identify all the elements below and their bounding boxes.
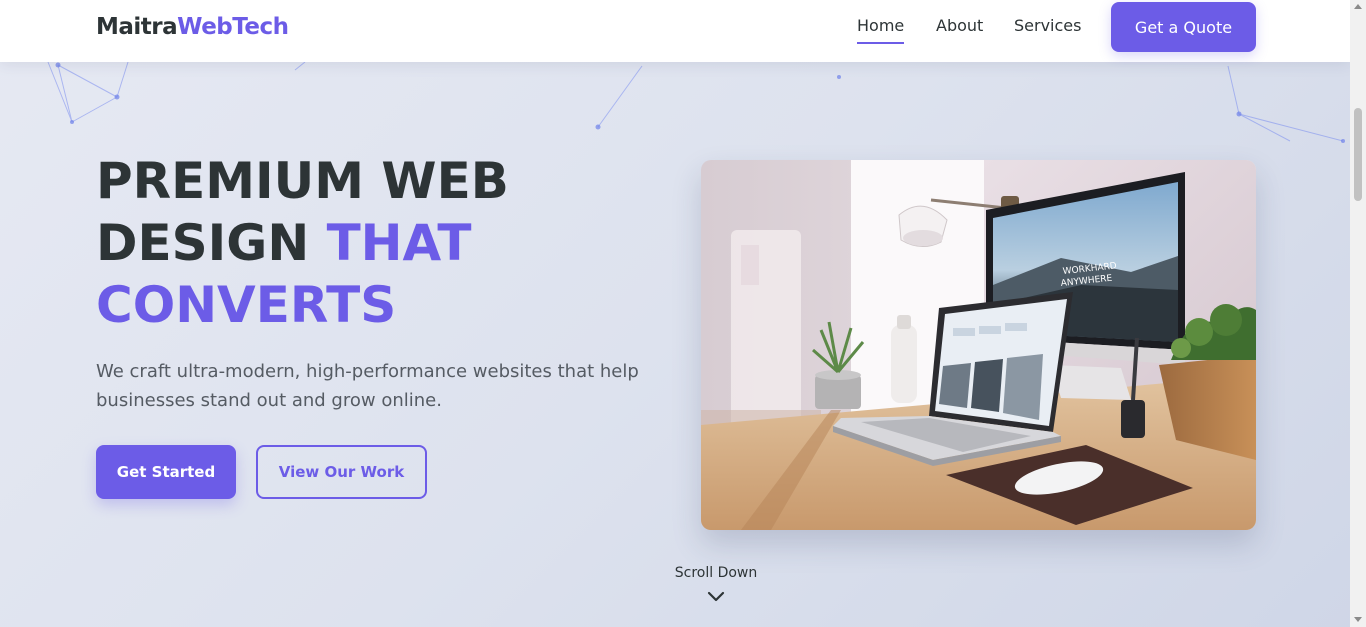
- hero-title-line3: CONVERTS: [96, 276, 397, 334]
- scroll-down-indicator[interactable]: Scroll Down: [656, 563, 776, 603]
- get-quote-button[interactable]: Get a Quote: [1111, 2, 1256, 52]
- nav-link-services[interactable]: Services: [1014, 16, 1081, 36]
- hero-title-line2: DESIGN: [96, 214, 327, 272]
- hero-subtitle: We craft ultra-modern, high-performance …: [96, 361, 639, 411]
- view-our-work-button[interactable]: View Our Work: [256, 445, 427, 499]
- get-started-button[interactable]: Get Started: [96, 445, 236, 499]
- scroll-up-arrow-icon[interactable]: [1354, 4, 1362, 9]
- navbar: MaitraWebTech Home About Services Get a …: [0, 0, 1350, 62]
- scroll-down-arrow-icon[interactable]: [1354, 617, 1362, 622]
- chevron-down-icon: [707, 591, 725, 602]
- brand-name-part1: Maitra: [96, 14, 178, 40]
- nav-link-about[interactable]: About: [936, 16, 983, 36]
- scrollbar-thumb[interactable]: [1354, 108, 1362, 201]
- page-scrollbar[interactable]: [1350, 0, 1366, 627]
- scroll-down-label: Scroll Down: [674, 565, 758, 581]
- brand-logo[interactable]: MaitraWebTech: [96, 12, 289, 42]
- hero-title-line1: PREMIUM WEB: [96, 152, 509, 210]
- hero-image-workspace: WORKHARD ANYWHERE: [701, 160, 1256, 530]
- hero-title-accent-that: THAT: [326, 214, 472, 272]
- hero-title: PREMIUM WEB DESIGN THAT CONVERTS: [96, 150, 656, 336]
- nav-link-home[interactable]: Home: [857, 16, 905, 44]
- brand-name-part2: WebTech: [177, 14, 289, 40]
